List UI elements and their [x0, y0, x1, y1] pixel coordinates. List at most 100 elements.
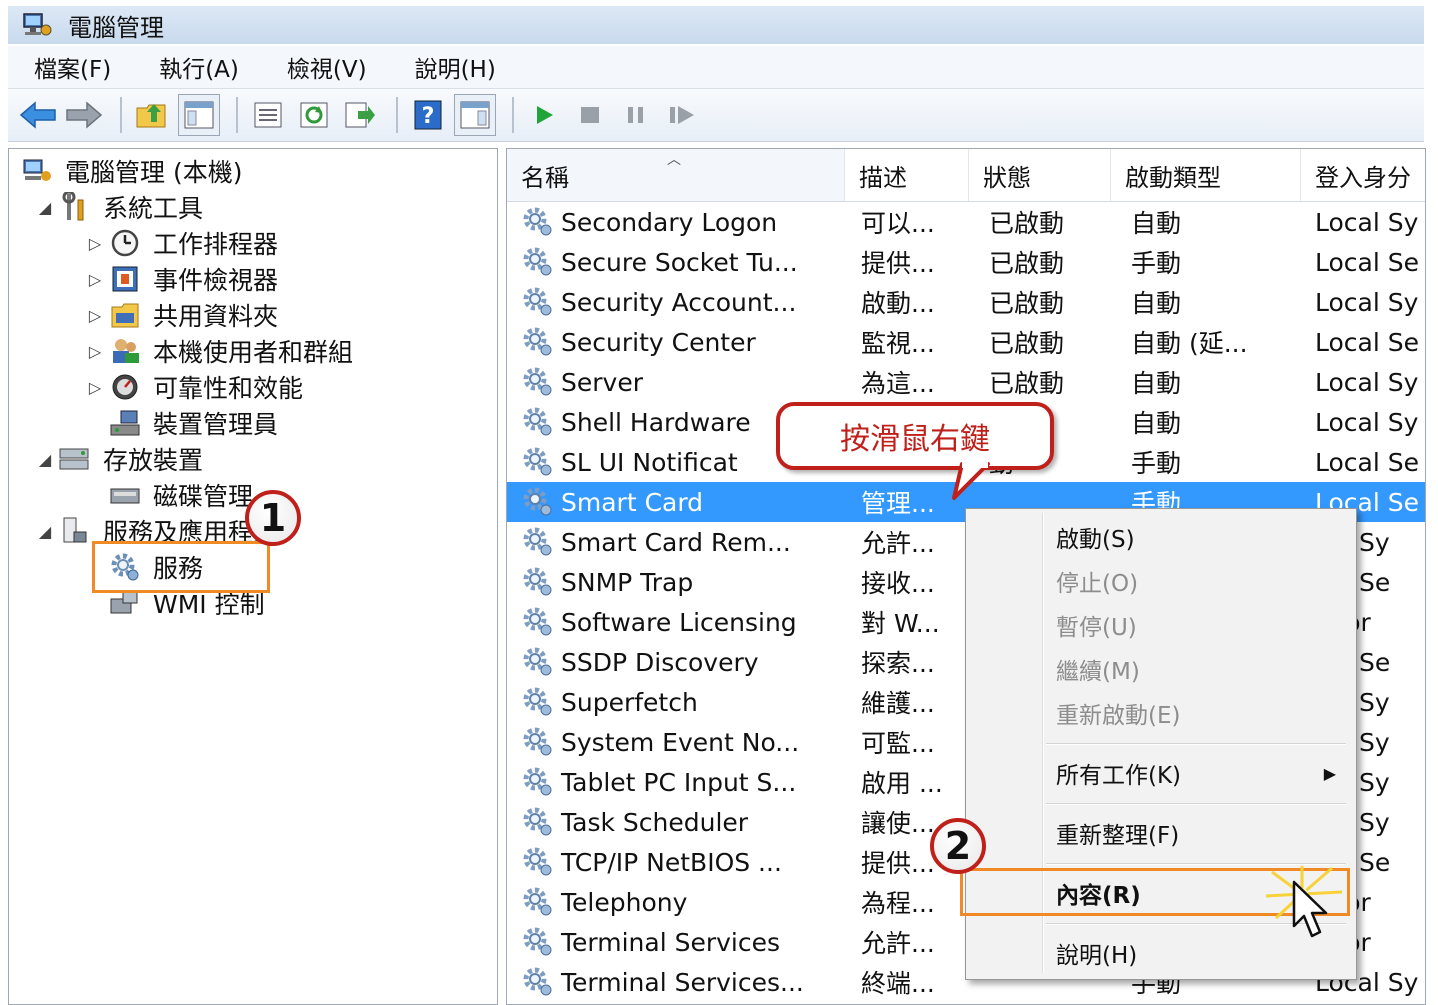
service-logon: Local Sy	[1315, 407, 1419, 437]
tree-storage[interactable]: ◢ 存放裝置	[33, 441, 203, 477]
column-header-startup-type[interactable]: 啟動類型	[1111, 149, 1301, 201]
callout-pointer	[952, 462, 990, 500]
service-gear-icon	[523, 527, 552, 556]
service-logon: Local Se	[1315, 327, 1419, 357]
menu-item-refresh[interactable]: 重新整理(F)	[1056, 813, 1179, 853]
service-status: 已啟動	[989, 289, 1065, 318]
tree-system-tools[interactable]: ◢ 系統工具	[33, 189, 203, 225]
tree-event-viewer[interactable]: ▷ 事件檢視器	[83, 261, 278, 297]
svg-text:?: ?	[422, 104, 435, 129]
properties-icon[interactable]	[248, 95, 288, 135]
service-desc: 探索...	[861, 649, 935, 678]
collapse-arrow-icon[interactable]: ◢	[33, 450, 57, 469]
service-row[interactable]: Server 為這... 已啟動 自動 Local Sy	[507, 362, 1425, 402]
menu-item-resume[interactable]: 繼續(M)	[1056, 649, 1140, 689]
column-header-status[interactable]: 狀態	[969, 149, 1111, 201]
menu-item-stop[interactable]: 停止(O)	[1056, 561, 1138, 601]
service-gear-icon	[523, 727, 552, 756]
collapse-arrow-icon[interactable]: ◢	[33, 522, 57, 541]
collapse-arrow-icon[interactable]: ◢	[33, 198, 57, 217]
mouse-cursor-icon	[1292, 880, 1328, 938]
menu-action[interactable]: 執行(A)	[133, 50, 261, 84]
service-desc: 終端...	[861, 969, 935, 998]
service-name: TCP/IP NetBIOS ...	[507, 842, 845, 882]
service-row[interactable]: Security Account... 啟動... 已啟動 自動 Local Sy	[507, 282, 1425, 322]
menu-file[interactable]: 檔案(F)	[8, 50, 133, 84]
tree-system-tools-label: 系統工具	[103, 194, 204, 223]
service-row[interactable]: Secondary Logon 可以... 已啟動 自動 Local Sy	[507, 202, 1425, 242]
menu-item-help[interactable]: 說明(H)	[1056, 933, 1137, 973]
service-startup: 自動	[1131, 289, 1182, 318]
service-gear-icon	[523, 447, 552, 476]
service-name: Secondary Logon	[507, 202, 845, 242]
show-hide-tree-icon[interactable]	[178, 94, 220, 136]
menu-item-start[interactable]: 啟動(S)	[1056, 517, 1135, 557]
tree-performance[interactable]: ▷ 可靠性和效能	[83, 369, 303, 405]
storage-icon	[57, 444, 93, 474]
tree-local-users[interactable]: ▷ 本機使用者和群組	[83, 333, 353, 369]
users-group-icon	[107, 336, 143, 366]
column-header-description[interactable]: 描述	[845, 149, 969, 201]
service-gear-icon	[523, 407, 552, 436]
menu-view[interactable]: 檢視(V)	[261, 50, 389, 84]
up-folder-icon[interactable]	[132, 95, 172, 135]
service-startup: 自動	[1131, 209, 1182, 238]
service-gear-icon	[523, 487, 552, 516]
export-list-icon[interactable]	[340, 95, 380, 135]
shared-folder-icon	[107, 300, 143, 330]
service-name: System Event No...	[507, 722, 845, 762]
column-header-logon-as[interactable]: 登入身分	[1301, 149, 1425, 201]
menu-item-restart[interactable]: 重新啟動(E)	[1056, 693, 1180, 733]
computer-management-icon	[20, 12, 54, 38]
service-row[interactable]: Security Center 監視... 已啟動 自動 (延... Local Se	[507, 322, 1425, 362]
stop-service-icon[interactable]	[570, 95, 610, 135]
expand-arrow-icon[interactable]: ▷	[83, 342, 107, 361]
service-gear-icon	[523, 887, 552, 916]
menu-separator	[1046, 743, 1346, 745]
tree-disk-management[interactable]: 磁碟管理	[83, 477, 253, 513]
expand-arrow-icon[interactable]: ▷	[83, 270, 107, 289]
column-header-name[interactable]: 名稱 ︿	[507, 149, 845, 201]
service-desc: 監視...	[861, 329, 935, 358]
service-gear-icon	[523, 687, 552, 716]
service-name: Server	[507, 362, 845, 402]
service-name: Telephony	[507, 882, 845, 922]
menu-item-pause[interactable]: 暫停(U)	[1056, 605, 1137, 645]
service-gear-icon	[523, 207, 552, 236]
pause-service-icon[interactable]	[616, 95, 656, 135]
tree-shared-folders[interactable]: ▷ 共用資料夾	[83, 297, 278, 333]
expand-arrow-icon[interactable]: ▷	[83, 378, 107, 397]
tree-disk-management-label: 磁碟管理	[153, 482, 254, 511]
back-arrow-icon[interactable]	[18, 95, 58, 135]
service-gear-icon	[523, 967, 552, 996]
service-name: Security Account...	[507, 282, 845, 322]
refresh-icon[interactable]	[294, 95, 334, 135]
service-desc: 允許...	[861, 929, 935, 958]
service-desc: 為這...	[861, 369, 935, 398]
service-gear-icon	[523, 367, 552, 396]
tree-device-manager[interactable]: 裝置管理員	[83, 405, 278, 441]
list-header: 名稱 ︿ 描述 狀態 啟動類型 登入身分	[507, 149, 1425, 202]
clock-icon	[107, 228, 143, 258]
resume-service-icon[interactable]	[662, 95, 702, 135]
tree-task-scheduler[interactable]: ▷ 工作排程器	[83, 225, 278, 261]
expand-arrow-icon[interactable]: ▷	[83, 306, 107, 325]
service-row[interactable]: Secure Socket Tu... 提供... 已啟動 手動 Local Se	[507, 242, 1425, 282]
menu-item-all-tasks[interactable]: 所有工作(K) ▶	[1056, 753, 1336, 793]
forward-arrow-icon[interactable]	[64, 95, 104, 135]
menu-separator	[1046, 803, 1346, 805]
service-desc: 管理...	[861, 489, 935, 518]
console-tree-icon[interactable]	[454, 94, 496, 136]
service-name: Task Scheduler	[507, 802, 845, 842]
tree-event-viewer-label: 事件檢視器	[153, 266, 279, 295]
step-badge-2: 2	[930, 818, 986, 874]
service-status: 已啟動	[989, 209, 1065, 238]
expand-arrow-icon[interactable]: ▷	[83, 234, 107, 253]
service-gear-icon	[523, 647, 552, 676]
help-icon[interactable]: ?	[408, 95, 448, 135]
service-name: Terminal Services	[507, 922, 845, 962]
menu-help[interactable]: 說明(H)	[389, 50, 518, 84]
tree-root[interactable]: 電腦管理 (本機)	[19, 153, 242, 189]
start-service-icon[interactable]	[524, 95, 564, 135]
service-gear-icon	[523, 327, 552, 356]
